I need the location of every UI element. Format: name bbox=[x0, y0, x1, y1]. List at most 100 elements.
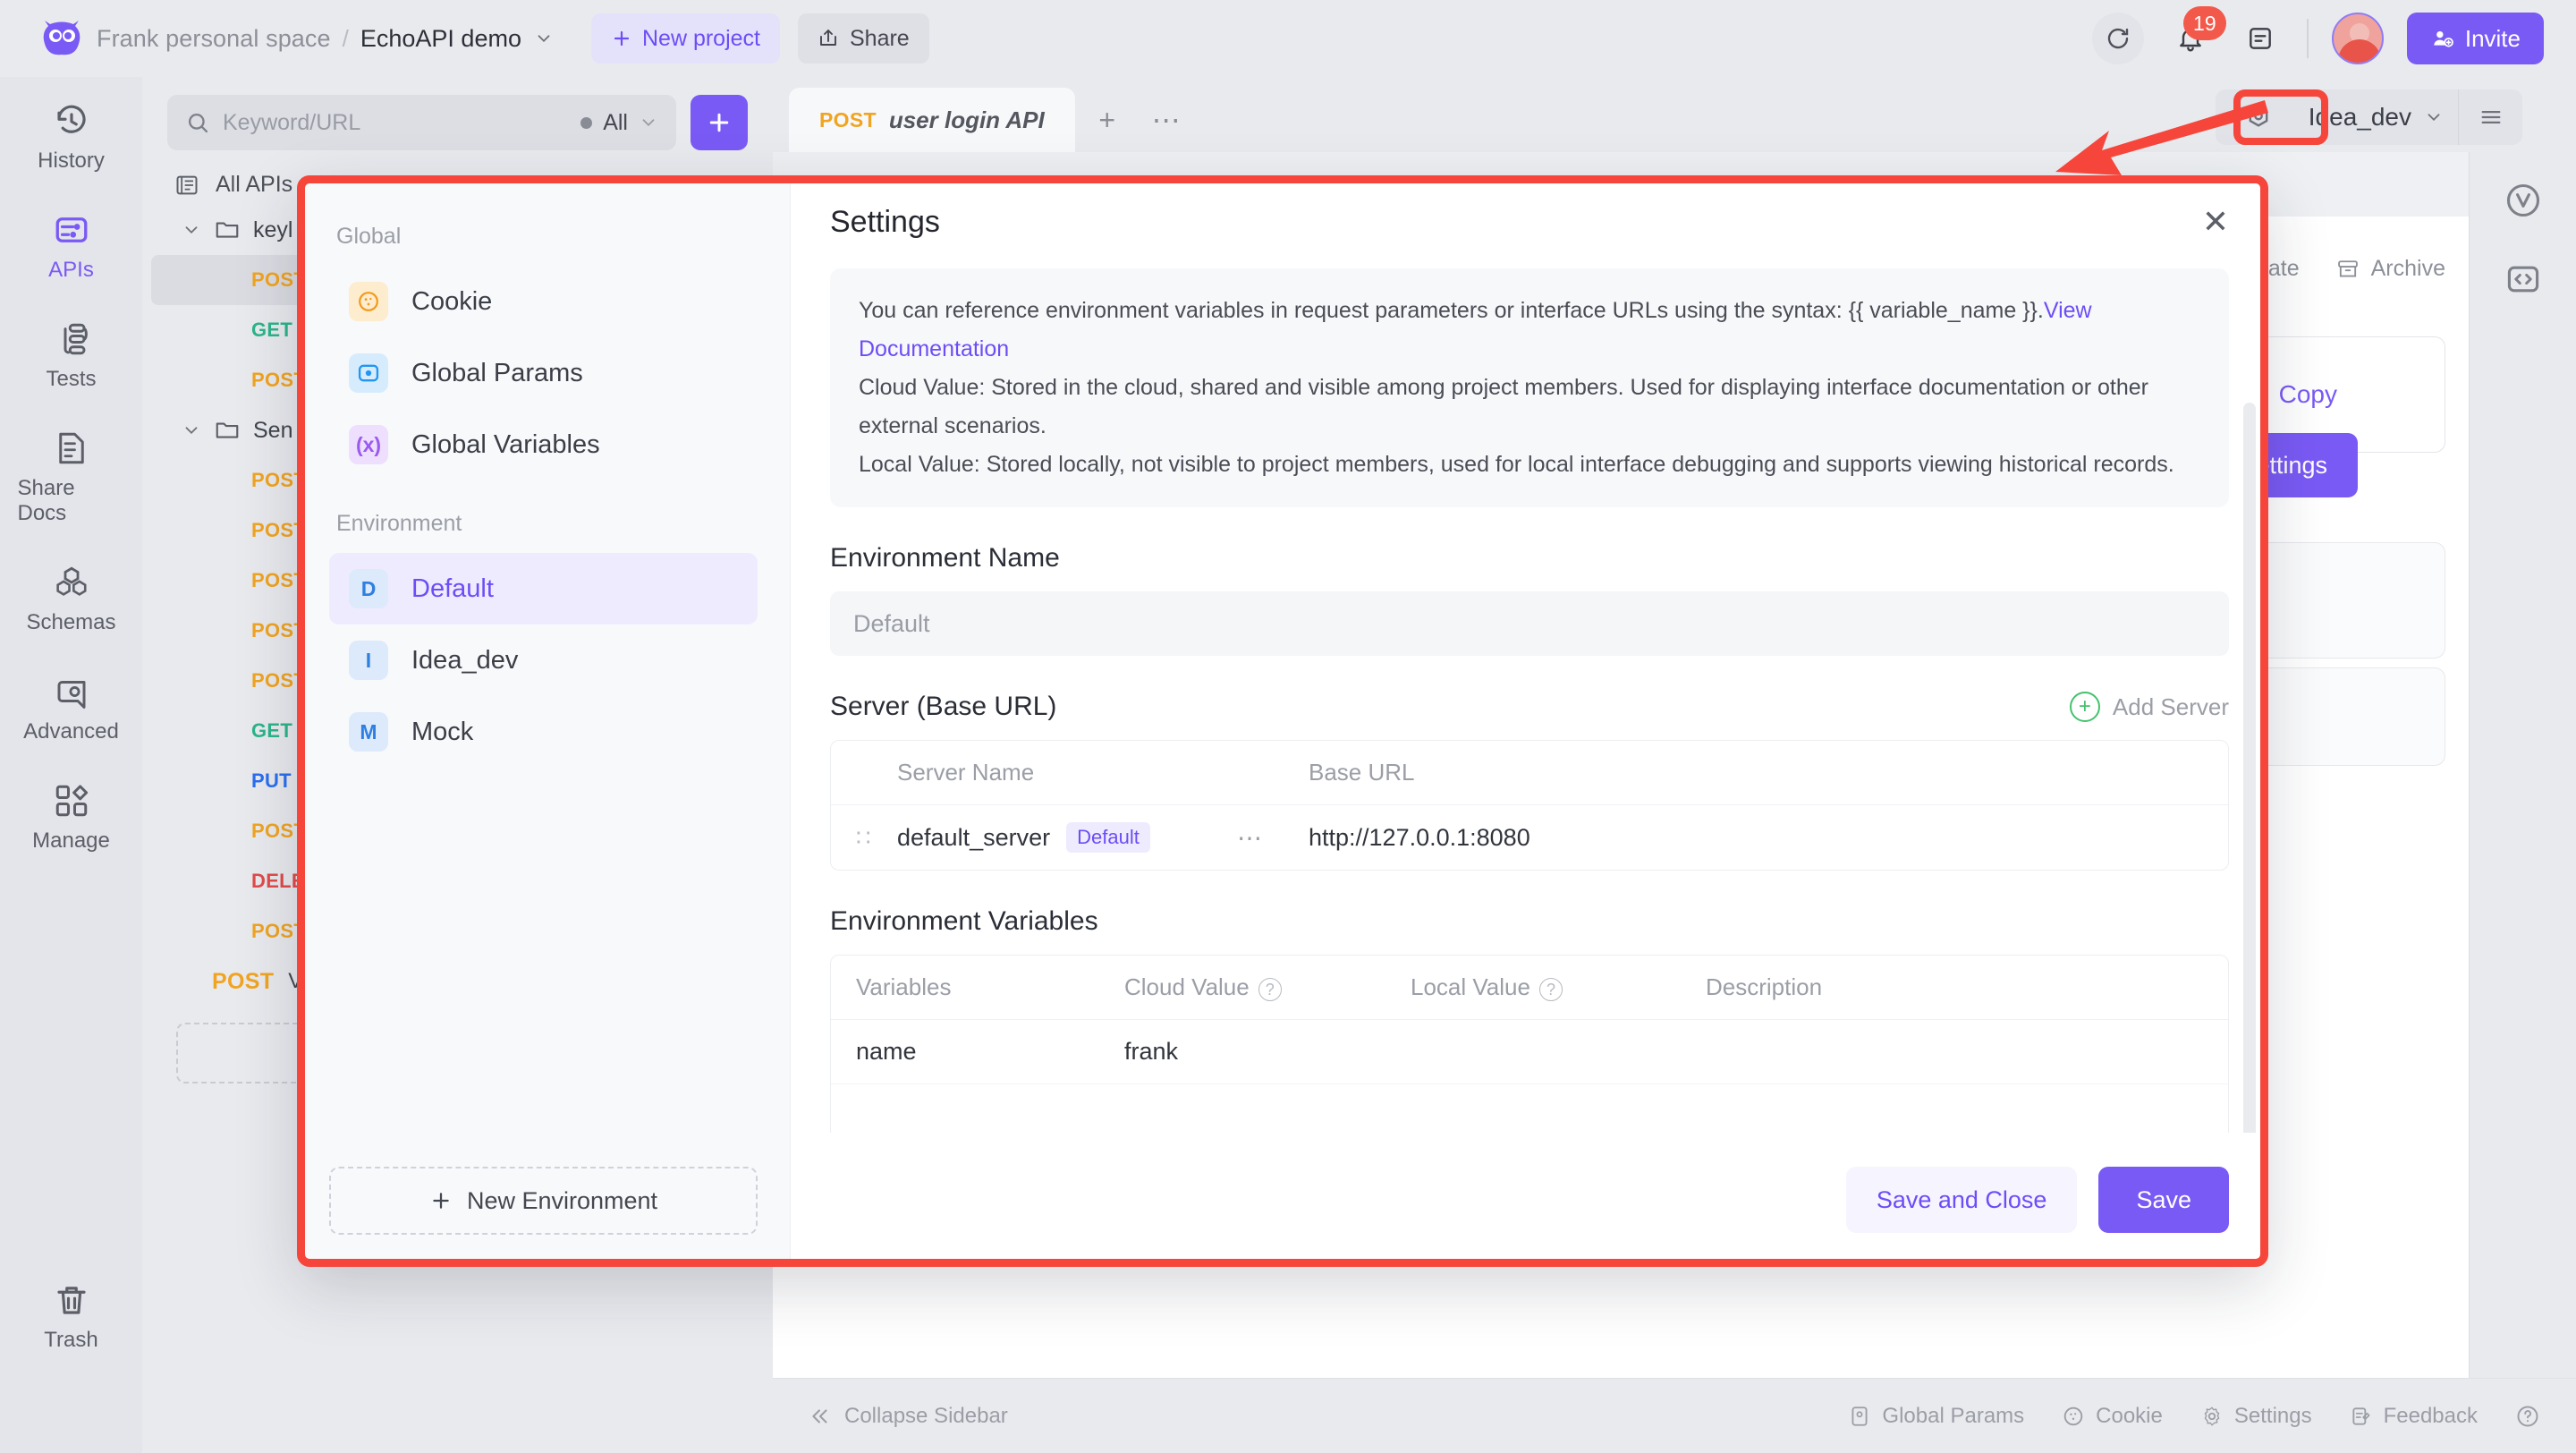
filter-dot-icon bbox=[580, 116, 593, 129]
new-environment-button[interactable]: New Environment bbox=[329, 1167, 758, 1235]
table-row[interactable]: ∷ default_server Default ⋯ http://127.0.… bbox=[831, 805, 2228, 870]
modal-item-global-params[interactable]: Global Params bbox=[329, 337, 758, 409]
environment-name-input[interactable]: Default bbox=[830, 591, 2229, 656]
environment-chip: Idea_dev bbox=[2215, 89, 2522, 145]
column-header-description: Description bbox=[1706, 973, 1823, 1000]
search-icon bbox=[188, 113, 208, 133]
help-icon[interactable]: ? bbox=[1258, 978, 1282, 1002]
chevron-down-icon bbox=[185, 427, 198, 435]
chevron-down-icon bbox=[2428, 114, 2440, 122]
sync-icon bbox=[2107, 28, 2129, 49]
add-tab-button[interactable]: + bbox=[1080, 88, 1134, 152]
share-docs-icon bbox=[58, 432, 84, 464]
divider bbox=[2306, 19, 2309, 58]
gear-icon bbox=[2204, 1406, 2220, 1425]
avatar[interactable] bbox=[2331, 13, 2384, 64]
footer-feedback-button[interactable]: Feedback bbox=[2350, 1404, 2478, 1429]
sidebar-item-apis[interactable]: APIs bbox=[18, 211, 125, 283]
notifications-button[interactable]: 19 bbox=[2167, 6, 2226, 62]
server-section-header: Server (Base URL) + Add Server bbox=[830, 692, 2229, 722]
share-button[interactable]: Share bbox=[797, 13, 929, 64]
chevron-down-icon bbox=[185, 226, 198, 234]
cloud-value-text: Cloud Value bbox=[1124, 973, 1250, 1000]
environment-settings-gear-button[interactable] bbox=[2216, 89, 2301, 145]
server-name-cell: default_server Default bbox=[897, 822, 1237, 853]
footer-label: Settings bbox=[2233, 1403, 2312, 1428]
chevron-down-icon[interactable] bbox=[534, 29, 554, 48]
new-project-button[interactable]: New project bbox=[590, 13, 780, 64]
collapse-sidebar-button[interactable]: Collapse Sidebar bbox=[809, 1404, 1008, 1429]
right-icon-stack bbox=[2469, 152, 2576, 1389]
modal-item-cookie[interactable]: Cookie bbox=[329, 266, 758, 337]
chevron-down-icon bbox=[642, 119, 655, 127]
footer-global-params-button[interactable]: Global Params bbox=[1848, 1404, 2024, 1429]
add-server-button[interactable]: + Add Server bbox=[2069, 692, 2229, 722]
plus-circle-icon: + bbox=[2069, 692, 2100, 722]
trash-icon bbox=[56, 1287, 86, 1314]
row-more-icon[interactable]: ⋯ bbox=[1237, 823, 1309, 853]
settings-modal: Global Cookie Global Params (x) Global V… bbox=[297, 175, 2268, 1267]
tab-label: user login API bbox=[888, 106, 1045, 133]
sidebar-item-schemas[interactable]: Schemas bbox=[18, 564, 125, 635]
tab-more-button[interactable]: ⋯ bbox=[1140, 88, 1193, 152]
variable-name-cell[interactable]: name bbox=[856, 1038, 1124, 1066]
docs-button[interactable] bbox=[2237, 15, 2284, 62]
sidebar-item-tests[interactable]: Tests bbox=[18, 320, 125, 392]
project-name[interactable]: EchoAPI demo bbox=[360, 25, 521, 53]
group-label-environment: Environment bbox=[336, 511, 462, 536]
drag-handle-icon[interactable]: ∷ bbox=[856, 824, 897, 852]
new-project-label: New project bbox=[641, 25, 760, 51]
section-title-environment-name: Environment Name bbox=[830, 543, 1060, 573]
plus-icon bbox=[433, 1193, 449, 1209]
info-notice: You can reference environment variables … bbox=[830, 268, 2229, 507]
modal-env-item-idea-dev[interactable]: I Idea_dev bbox=[329, 625, 758, 696]
save-and-close-button[interactable]: Save and Close bbox=[1845, 1167, 2078, 1233]
server-table: Server Name Base URL ∷ default_server De… bbox=[830, 740, 2229, 871]
modal-env-item-default[interactable]: D Default bbox=[329, 553, 758, 625]
workspace-name[interactable]: Frank personal space bbox=[97, 25, 331, 53]
help-icon[interactable]: ? bbox=[1538, 978, 1563, 1002]
modal-scrollbar[interactable] bbox=[2243, 403, 2256, 1133]
top-bar: Frank personal space / EchoAPI demo New … bbox=[0, 0, 2576, 77]
version-icon[interactable] bbox=[2500, 177, 2546, 224]
add-api-button[interactable] bbox=[691, 95, 748, 150]
method-filter-dropdown[interactable]: All bbox=[580, 110, 658, 136]
sidebar-item-advanced[interactable]: Advanced bbox=[18, 673, 125, 744]
tab-user-login-api[interactable]: POST user login API bbox=[789, 88, 1075, 152]
footer-cookie-button[interactable]: Cookie bbox=[2062, 1404, 2163, 1429]
footer-settings-button[interactable]: Settings bbox=[2200, 1404, 2312, 1429]
sidebar-item-trash[interactable]: Trash bbox=[18, 1281, 125, 1353]
env-initial-badge: D bbox=[349, 569, 388, 608]
table-row[interactable]: name frank bbox=[831, 1020, 2228, 1084]
close-icon[interactable]: ✕ bbox=[2202, 206, 2229, 238]
cloud-value-cell[interactable]: frank bbox=[1124, 1038, 1411, 1066]
add-server-label: Add Server bbox=[2112, 693, 2229, 720]
save-button[interactable]: Save bbox=[2098, 1167, 2229, 1233]
code-icon[interactable] bbox=[2500, 256, 2546, 302]
modal-env-item-mock[interactable]: M Mock bbox=[329, 696, 758, 768]
modal-item-label: Global Params bbox=[411, 358, 583, 387]
breadcrumb-separator: / bbox=[342, 24, 349, 52]
invite-button[interactable]: Invite bbox=[2406, 13, 2544, 64]
copy-label: Copy bbox=[2278, 380, 2337, 408]
schemas-icon bbox=[55, 566, 87, 596]
notice-line-1: You can reference environment variables … bbox=[859, 298, 2044, 323]
archive-button[interactable]: Archive bbox=[2335, 256, 2445, 282]
sync-button[interactable] bbox=[2091, 13, 2144, 64]
search-input[interactable]: Keyword/URL All bbox=[167, 95, 676, 150]
footer-help-button[interactable] bbox=[2515, 1404, 2540, 1429]
environment-selector[interactable]: Idea_dev bbox=[2301, 103, 2458, 132]
notice-line-3: Local Value: Stored locally, not visible… bbox=[859, 452, 2174, 477]
sidebar-label-history: History bbox=[38, 149, 105, 173]
variables-table-header: Variables Cloud Value? Local Value? Desc… bbox=[831, 956, 2228, 1020]
local-value-text: Local Value bbox=[1411, 973, 1530, 1000]
sidebar-item-share-docs[interactable]: Share Docs bbox=[18, 429, 125, 526]
sidebar-item-manage[interactable]: Manage bbox=[18, 782, 125, 854]
history-icon bbox=[56, 105, 86, 133]
table-row[interactable] bbox=[831, 1084, 2228, 1133]
sidebar-item-history[interactable]: History bbox=[18, 102, 125, 174]
cookie-icon bbox=[349, 282, 388, 321]
modal-item-global-variables[interactable]: (x) Global Variables bbox=[329, 409, 758, 480]
environment-menu-button[interactable] bbox=[2458, 89, 2522, 145]
settings-modal-header: Settings ✕ bbox=[791, 175, 2268, 268]
